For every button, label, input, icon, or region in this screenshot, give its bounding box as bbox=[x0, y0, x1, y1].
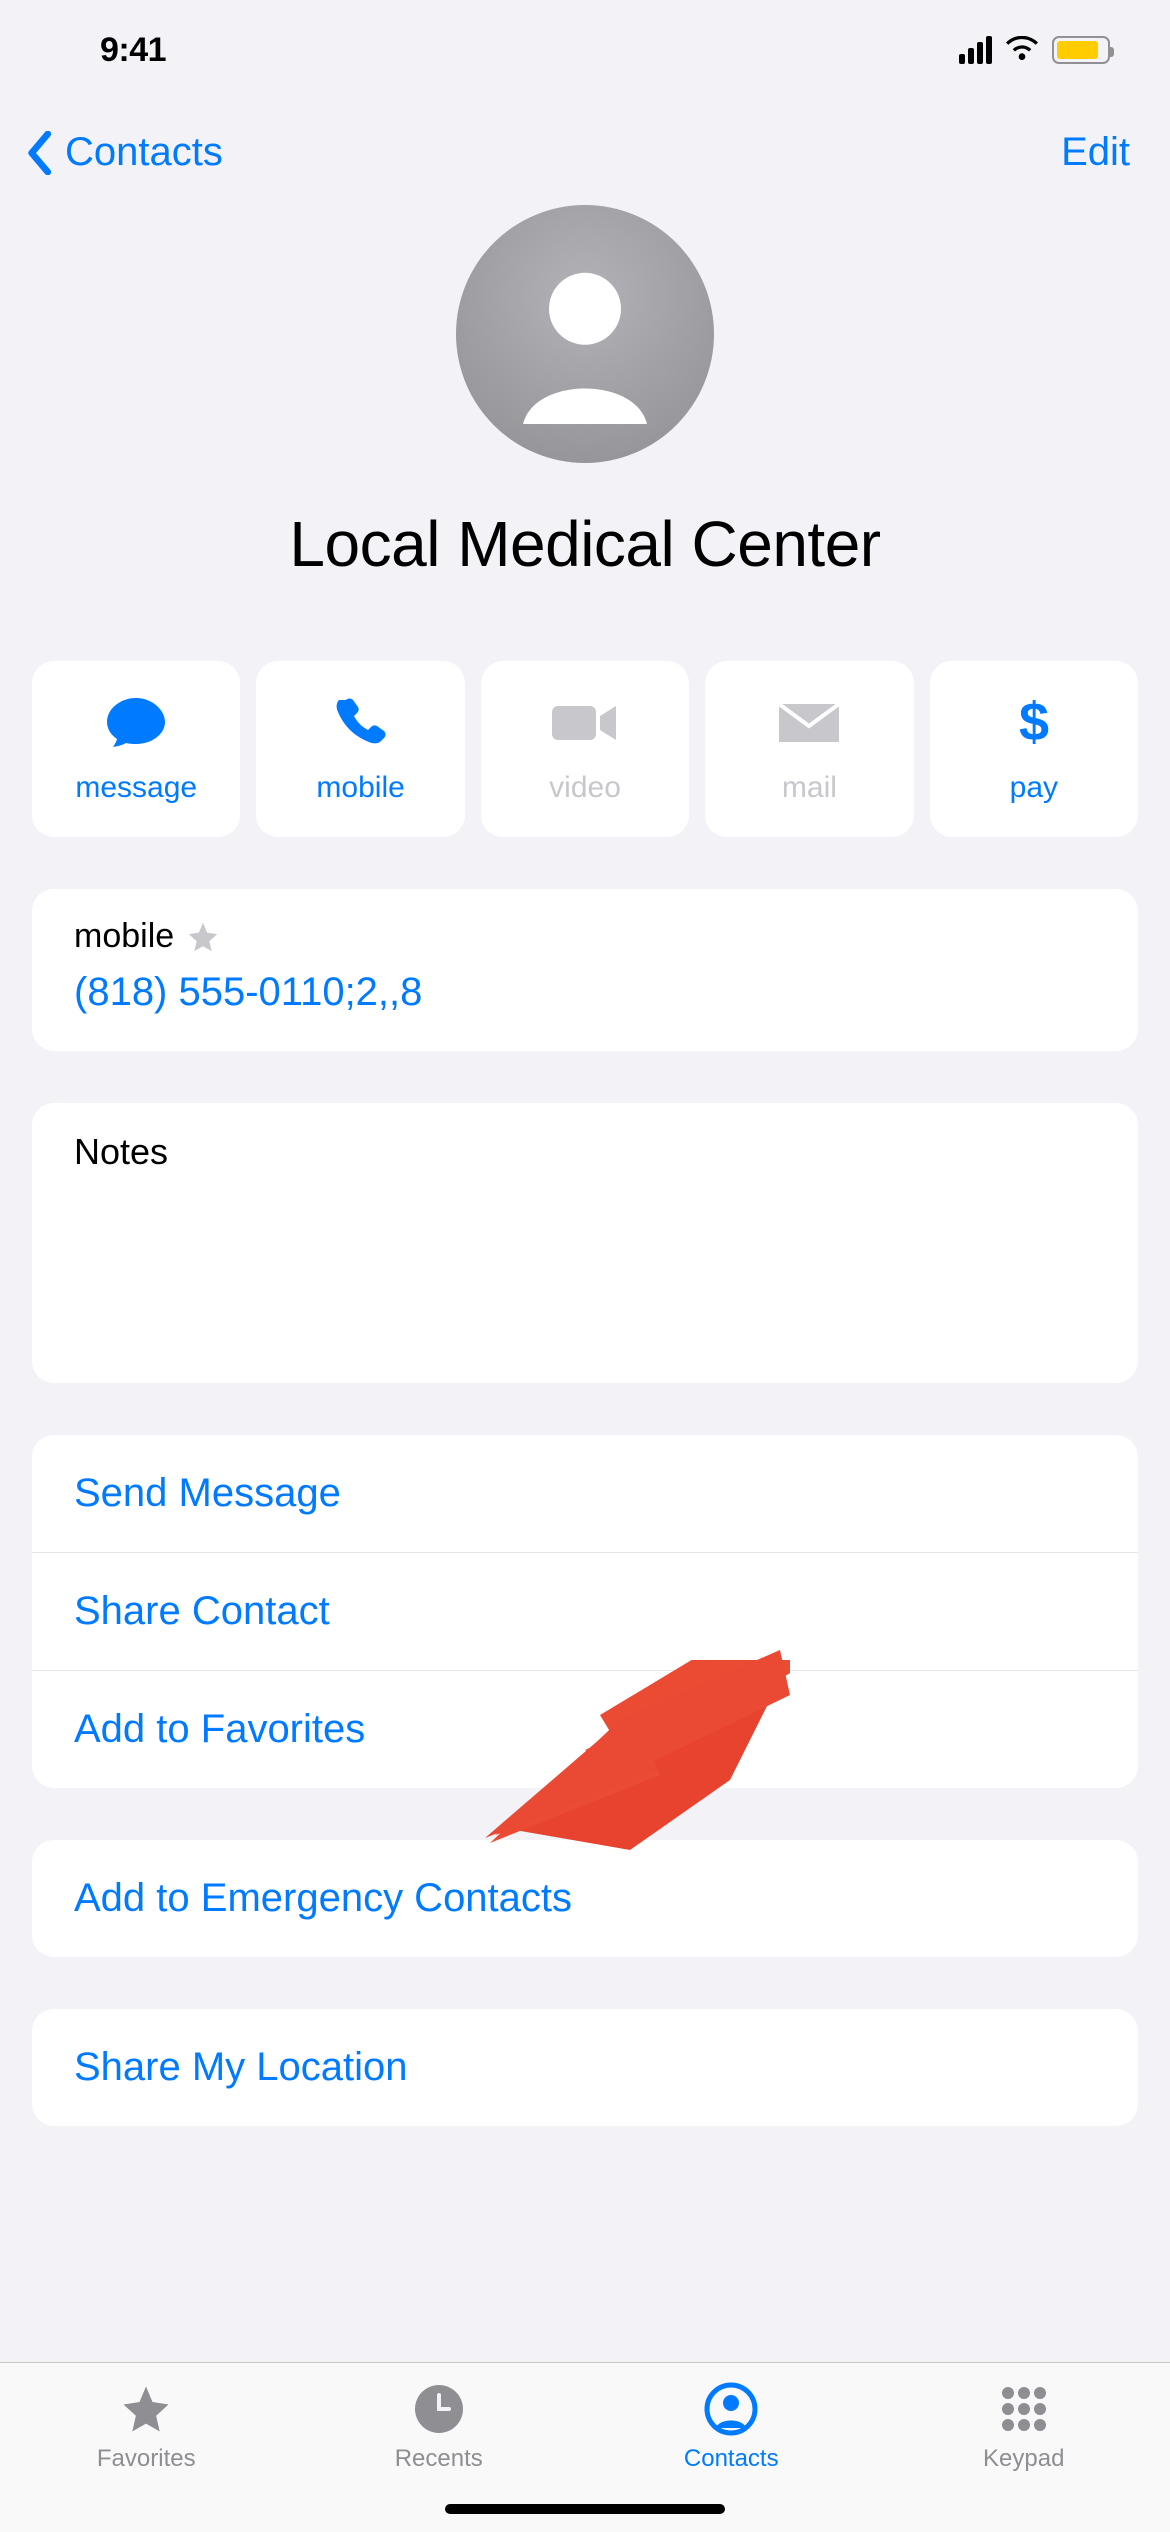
contact-actions-card: Send Message Share Contact Add to Favori… bbox=[32, 1435, 1138, 1788]
contact-name: Local Medical Center bbox=[0, 507, 1170, 581]
back-button[interactable]: Contacts bbox=[25, 130, 223, 175]
send-message-button[interactable]: Send Message bbox=[32, 1435, 1138, 1553]
dollar-icon: $ bbox=[1016, 693, 1052, 753]
add-emergency-button[interactable]: Add to Emergency Contacts bbox=[32, 1840, 1138, 1957]
location-card: Share My Location bbox=[32, 2009, 1138, 2126]
cellular-signal-icon bbox=[959, 36, 992, 64]
notes-card[interactable]: Notes bbox=[32, 1103, 1138, 1383]
tab-favorites-label: Favorites bbox=[97, 2445, 196, 2473]
add-to-favorites-button[interactable]: Add to Favorites bbox=[32, 1671, 1138, 1788]
video-button: video bbox=[481, 661, 689, 837]
action-buttons-row: message mobile video mail $ pay bbox=[0, 661, 1170, 837]
call-label: mobile bbox=[316, 771, 404, 805]
phone-icon bbox=[334, 693, 388, 753]
call-button[interactable]: mobile bbox=[256, 661, 464, 837]
chevron-left-icon bbox=[25, 131, 53, 175]
battery-icon bbox=[1052, 36, 1110, 64]
share-contact-button[interactable]: Share Contact bbox=[32, 1553, 1138, 1671]
video-icon bbox=[550, 693, 620, 753]
phone-number[interactable]: (818) 555-0110;2,,8 bbox=[74, 970, 1096, 1015]
share-location-button[interactable]: Share My Location bbox=[32, 2009, 1138, 2126]
tab-contacts-label: Contacts bbox=[684, 2445, 779, 2473]
tab-favorites[interactable]: Favorites bbox=[0, 2381, 293, 2473]
star-icon bbox=[118, 2381, 174, 2437]
tab-contacts[interactable]: Contacts bbox=[585, 2381, 878, 2473]
wifi-icon bbox=[1004, 36, 1040, 64]
tab-keypad[interactable]: Keypad bbox=[878, 2381, 1170, 2473]
emergency-card: Add to Emergency Contacts bbox=[32, 1840, 1138, 1957]
contact-avatar[interactable] bbox=[456, 205, 714, 463]
home-indicator[interactable] bbox=[445, 2504, 725, 2514]
pay-button[interactable]: $ pay bbox=[930, 661, 1138, 837]
keypad-icon bbox=[998, 2381, 1050, 2437]
clock-icon bbox=[413, 2381, 465, 2437]
message-label: message bbox=[75, 771, 197, 805]
message-button[interactable]: message bbox=[32, 661, 240, 837]
tab-recents[interactable]: Recents bbox=[293, 2381, 586, 2473]
edit-button[interactable]: Edit bbox=[1061, 130, 1130, 175]
phone-type-label: mobile bbox=[74, 917, 174, 956]
message-icon bbox=[105, 693, 167, 753]
status-icons bbox=[959, 36, 1110, 64]
pay-label: pay bbox=[1010, 771, 1058, 805]
mail-label: mail bbox=[782, 771, 837, 805]
nav-bar: Contacts Edit bbox=[0, 100, 1170, 195]
person-placeholder-icon bbox=[495, 244, 675, 424]
tab-recents-label: Recents bbox=[395, 2445, 483, 2473]
avatar-section bbox=[0, 205, 1170, 463]
tab-keypad-label: Keypad bbox=[983, 2445, 1064, 2473]
notes-label: Notes bbox=[74, 1131, 1096, 1173]
back-label: Contacts bbox=[65, 130, 223, 175]
svg-text:$: $ bbox=[1019, 694, 1049, 752]
video-label: video bbox=[549, 771, 621, 805]
status-bar: 9:41 bbox=[0, 0, 1170, 100]
person-circle-icon bbox=[704, 2381, 758, 2437]
mail-button: mail bbox=[705, 661, 913, 837]
status-time: 9:41 bbox=[100, 31, 166, 70]
phone-card[interactable]: mobile (818) 555-0110;2,,8 bbox=[32, 889, 1138, 1051]
mail-icon bbox=[777, 693, 841, 753]
star-icon bbox=[186, 920, 220, 954]
